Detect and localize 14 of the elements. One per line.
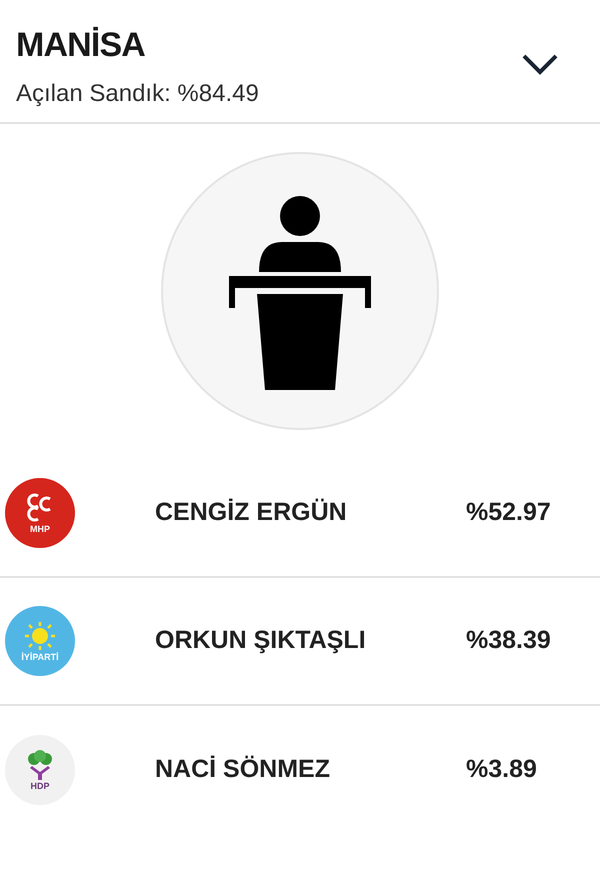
- vote-percentage: %38.39: [466, 625, 551, 656]
- candidate-name: ORKUN ŞIKTAŞLI: [155, 625, 367, 656]
- vote-percentage: %3.89: [466, 754, 537, 786]
- opened-ballots-text: Açılan Sandık: %84.49: [16, 82, 259, 106]
- candidate-name: NACİ SÖNMEZ: [155, 754, 331, 786]
- province-title: MANİSA: [16, 28, 146, 62]
- chevron-icon: [520, 52, 560, 76]
- expand-toggle[interactable]: [520, 52, 560, 76]
- vote-percentage: %52.97: [466, 497, 551, 528]
- party-logo-text: MHP: [30, 524, 50, 534]
- sun-icon: [23, 620, 57, 650]
- party-logo-text: İYİPARTİ: [21, 652, 59, 662]
- party-logo-text: HDP: [30, 782, 50, 790]
- candidate-name: CENGİZ ERGÜN: [155, 497, 348, 528]
